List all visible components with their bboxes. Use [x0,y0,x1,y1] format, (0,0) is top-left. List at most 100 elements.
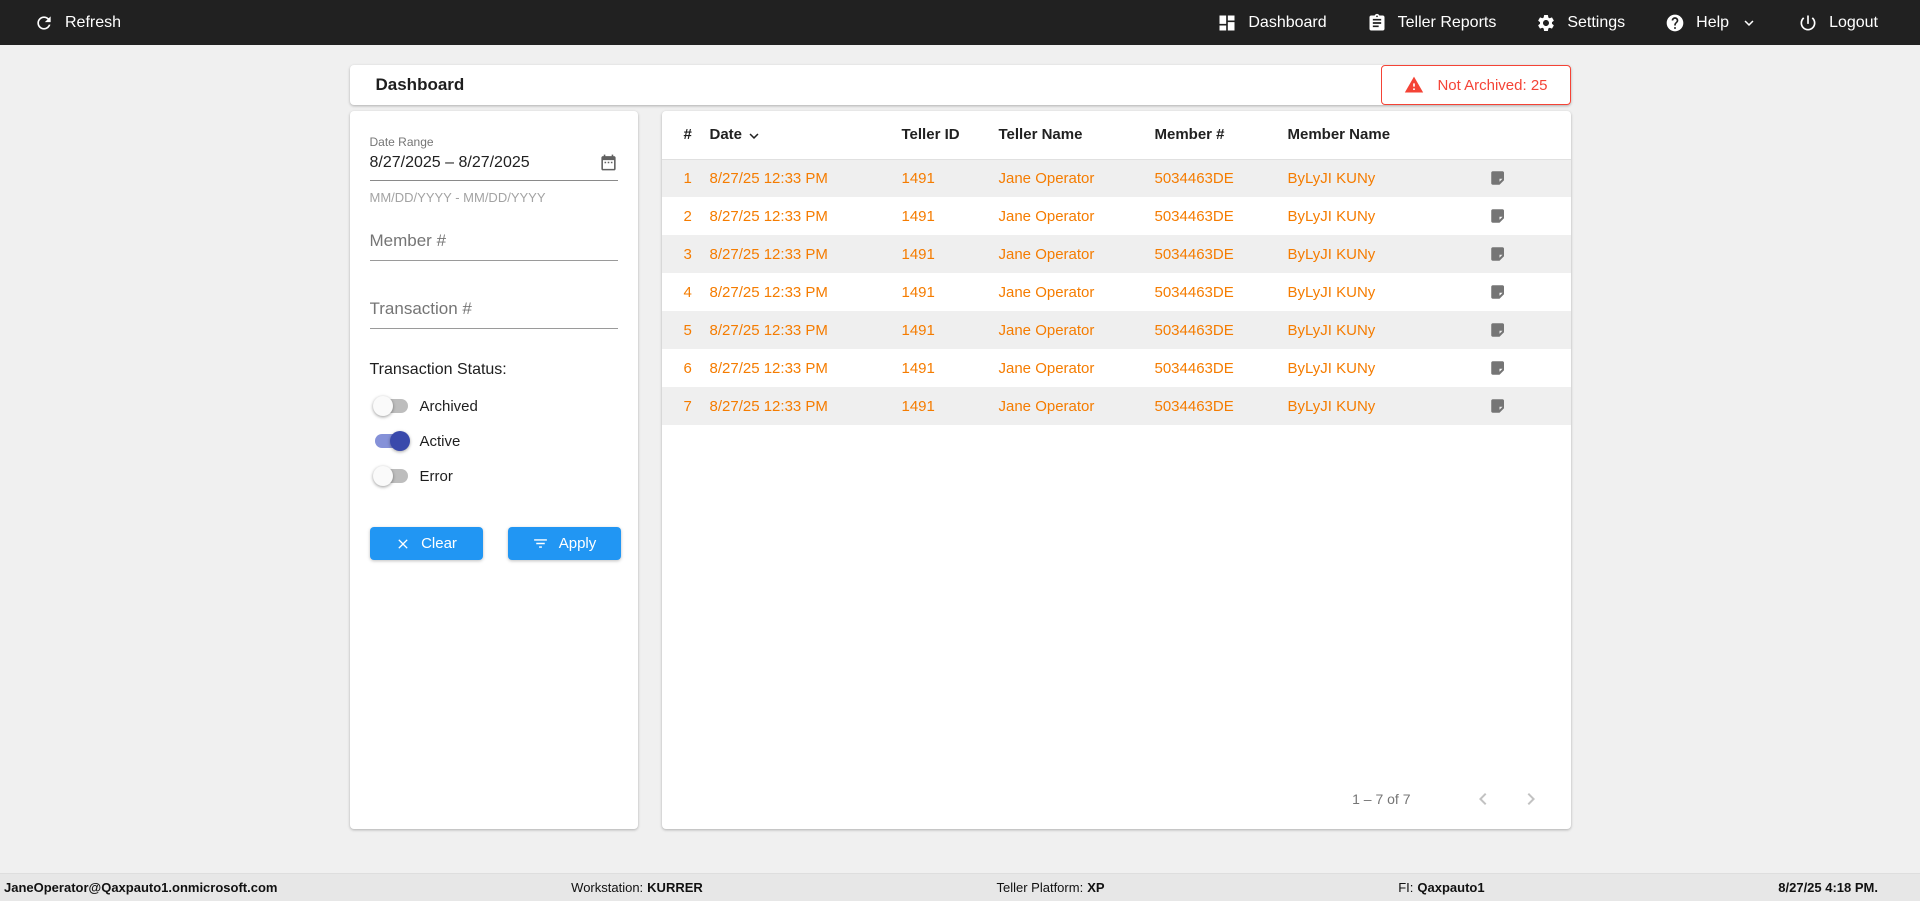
table-row[interactable]: 1 8/27/25 12:33 PM 1491 Jane Operator 50… [662,159,1571,197]
transaction-number-field-wrap [370,295,618,329]
table-header-row: # Date Teller ID Teller Name Member # Me… [662,111,1571,159]
row-teller-id: 1491 [902,387,999,425]
table-body: 1 8/27/25 12:33 PM 1491 Jane Operator 50… [662,159,1571,425]
row-date: 8/27/25 12:33 PM [710,159,902,197]
calendar-icon [599,153,618,172]
row-number: 1 [662,159,710,197]
transaction-number-input[interactable] [370,295,618,329]
table-row[interactable]: 5 8/27/25 12:33 PM 1491 Jane Operator 50… [662,311,1571,349]
topbar-left: Refresh [34,13,121,33]
not-archived-badge[interactable]: Not Archived: 25 [1381,65,1570,105]
row-actions-cell [1489,235,1571,273]
row-date: 8/27/25 12:33 PM [710,235,902,273]
footer-platform: Teller Platform: XP [996,880,1104,895]
col-header-date[interactable]: Date [710,111,902,159]
row-member-name: ByLyJI KUNy [1288,273,1489,311]
footer-user: JaneOperator@Qaxpauto1.onmicrosoft.com [4,880,277,895]
footer-workstation: Workstation:KURRER [571,880,703,895]
dashboard-icon [1217,13,1237,33]
row-teller-id: 1491 [902,311,999,349]
note-button[interactable] [1489,321,1507,339]
refresh-button[interactable]: Refresh [34,13,121,33]
col-header-teller-id[interactable]: Teller ID [902,111,999,159]
note-button[interactable] [1489,283,1507,301]
row-actions-cell [1489,387,1571,425]
nav-dashboard[interactable]: Dashboard [1217,13,1326,33]
note-button[interactable] [1489,397,1507,415]
footer-platform-label: Teller Platform: [996,880,1083,895]
apply-button[interactable]: Apply [508,527,621,560]
logout-icon [1798,13,1818,33]
active-toggle-label: Active [420,433,461,450]
row-actions-cell [1489,159,1571,197]
row-member-number: 5034463DE [1155,273,1288,311]
chevron-left-icon [1471,787,1495,811]
nav-teller-reports[interactable]: Teller Reports [1367,13,1497,33]
nav-logout[interactable]: Logout [1798,13,1878,33]
note-icon [1489,169,1507,187]
nav-teller-reports-label: Teller Reports [1398,14,1497,32]
table-row[interactable]: 7 8/27/25 12:33 PM 1491 Jane Operator 50… [662,387,1571,425]
nav-logout-label: Logout [1829,14,1878,32]
footer-platform-value: XP [1087,880,1104,895]
row-teller-id: 1491 [902,235,999,273]
row-teller-id: 1491 [902,349,999,387]
row-number: 5 [662,311,710,349]
status-toggle-row[interactable]: Error [375,465,618,487]
filter-icon [532,535,549,552]
col-header-teller-name[interactable]: Teller Name [999,111,1155,159]
table-row[interactable]: 4 8/27/25 12:33 PM 1491 Jane Operator 50… [662,273,1571,311]
member-number-input[interactable] [370,227,618,261]
row-number: 4 [662,273,710,311]
col-header-num: # [662,111,710,159]
date-range-value[interactable]: 8/27/2025 – 8/27/2025 [370,154,530,172]
col-header-member-number[interactable]: Member # [1155,111,1288,159]
note-button[interactable] [1489,359,1507,377]
chevron-right-icon [1519,787,1543,811]
transaction-status-label: Transaction Status: [370,361,618,379]
previous-page-button[interactable] [1471,787,1495,811]
note-button[interactable] [1489,169,1507,187]
footer-datetime: 8/27/25 4:18 PM. [1778,880,1878,895]
row-date: 8/27/25 12:33 PM [710,349,902,387]
refresh-label: Refresh [65,14,121,32]
col-header-member-name[interactable]: Member Name [1288,111,1489,159]
table-row[interactable]: 2 8/27/25 12:33 PM 1491 Jane Operator 50… [662,197,1571,235]
note-icon [1489,207,1507,225]
sort-desc-icon [745,127,763,145]
date-range-field[interactable]: 8/27/2025 – 8/27/2025 [370,153,618,181]
row-actions-cell [1489,273,1571,311]
main-content: Dashboard Not Archived: 25 Date Range 8/… [0,45,1920,873]
date-sort-control[interactable]: Date [710,125,764,145]
active-toggle[interactable] [375,434,408,448]
apply-button-label: Apply [559,535,597,552]
table-row[interactable]: 3 8/27/25 12:33 PM 1491 Jane Operator 50… [662,235,1571,273]
close-icon [395,536,411,552]
status-toggle-row[interactable]: Archived [375,395,618,417]
row-teller-name: Jane Operator [999,273,1155,311]
archived-toggle[interactable] [375,399,408,413]
member-number-field-wrap [370,227,618,261]
table-row[interactable]: 6 8/27/25 12:33 PM 1491 Jane Operator 50… [662,349,1571,387]
status-toggle-row[interactable]: Active [375,430,618,452]
error-toggle[interactable] [375,469,408,483]
row-date: 8/27/25 12:33 PM [710,387,902,425]
nav-dashboard-label: Dashboard [1248,14,1326,32]
error-toggle-label: Error [420,468,453,485]
calendar-button[interactable] [599,153,618,172]
note-button[interactable] [1489,207,1507,225]
nav-settings[interactable]: Settings [1536,13,1625,33]
refresh-icon [34,13,54,33]
row-teller-name: Jane Operator [999,159,1155,197]
row-member-name: ByLyJI KUNy [1288,349,1489,387]
footer-fi: FI:Qaxpauto1 [1398,880,1484,895]
nav-help[interactable]: Help [1665,13,1758,33]
note-icon [1489,359,1507,377]
note-button[interactable] [1489,245,1507,263]
row-teller-name: Jane Operator [999,349,1155,387]
transactions-panel: # Date Teller ID Teller Name Member # Me… [662,111,1571,829]
clear-button[interactable]: Clear [370,527,483,560]
row-teller-id: 1491 [902,273,999,311]
next-page-button[interactable] [1519,787,1543,811]
note-icon [1489,245,1507,263]
